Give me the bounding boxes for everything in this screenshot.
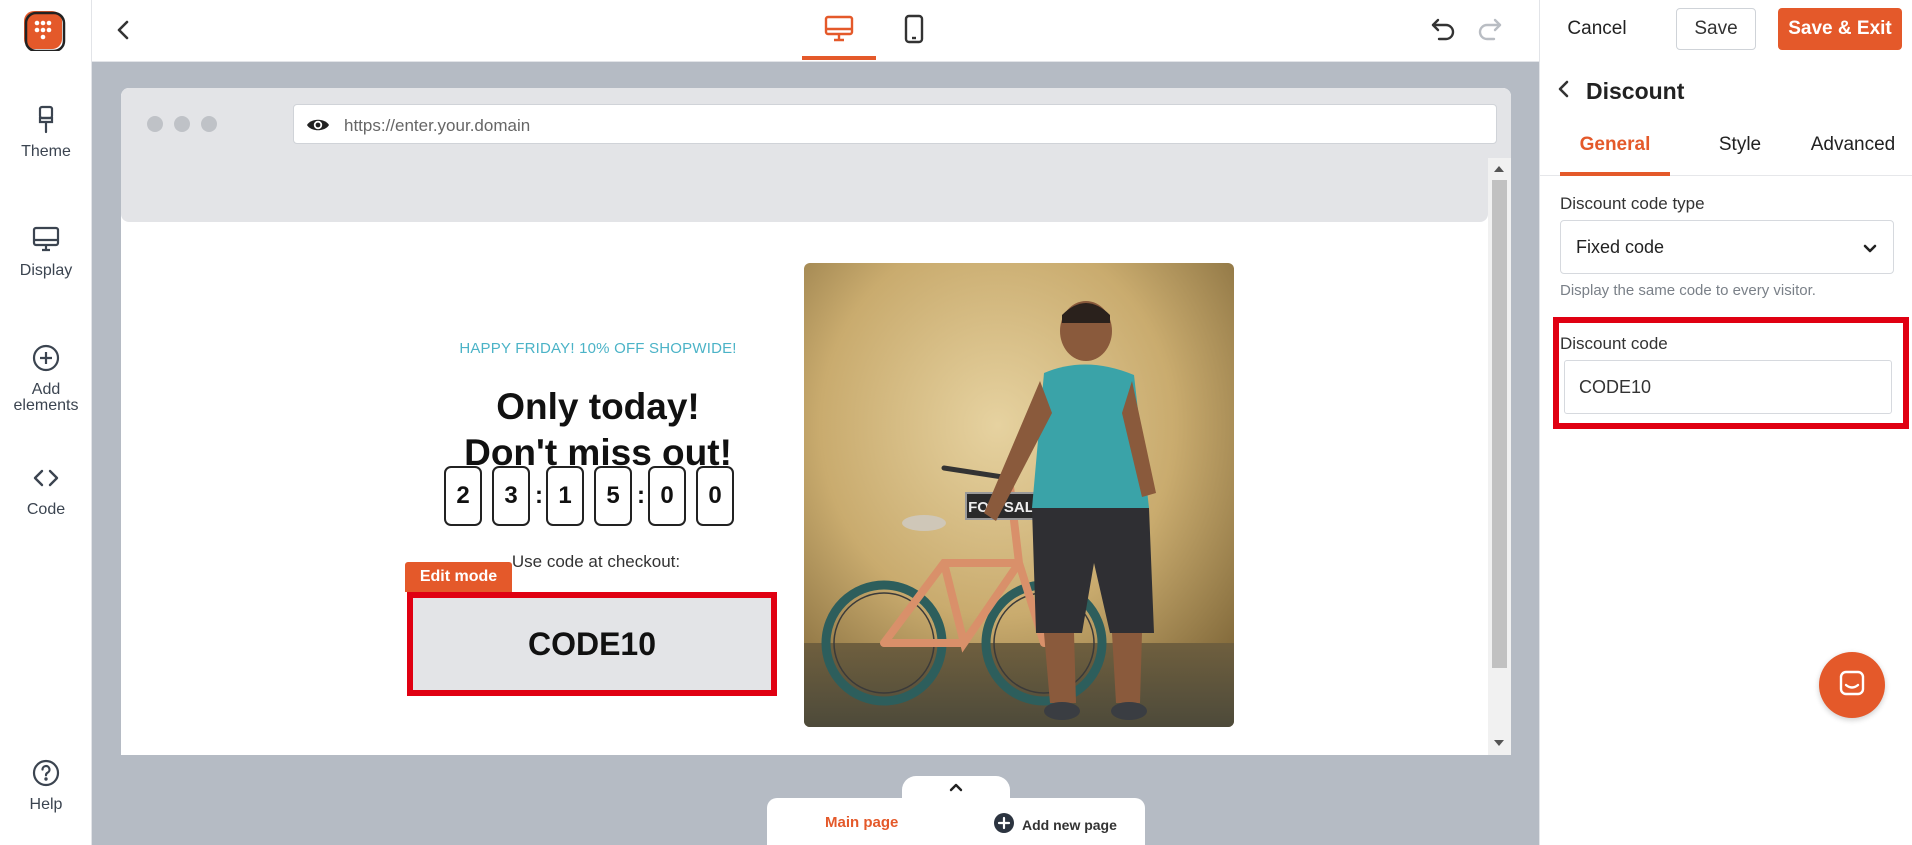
scroll-up-icon[interactable] — [1494, 166, 1504, 172]
help-icon — [30, 757, 62, 789]
undo-icon[interactable] — [1429, 14, 1459, 44]
mobile-icon — [902, 14, 926, 49]
desktop-preview-button[interactable] — [802, 10, 876, 60]
window-dot — [147, 116, 163, 132]
sidebar-item-label: Display — [19, 262, 73, 279]
brush-icon — [30, 104, 62, 136]
tab-style[interactable]: Style — [1690, 134, 1790, 176]
add-new-page-button[interactable]: Add new page — [994, 813, 1117, 836]
discount-code-label: Discount code — [1560, 334, 1668, 353]
discount-code-text: CODE10 — [413, 598, 771, 690]
preview-url: https://enter.your.domain — [344, 116, 531, 135]
desktop-icon — [824, 14, 854, 47]
cancel-button[interactable]: Cancel — [1552, 8, 1642, 50]
sidebar-item-code[interactable]: Code — [0, 462, 92, 518]
edit-mode-badge: Edit mode — [405, 562, 512, 592]
redo-icon[interactable] — [1474, 14, 1504, 44]
discount-code-element[interactable]: CODE10 — [407, 592, 777, 696]
browser-chrome: https://enter.your.domain — [121, 88, 1511, 158]
chevron-down-icon — [1861, 239, 1879, 257]
window-dot — [201, 116, 217, 132]
chevron-left-icon[interactable] — [110, 16, 138, 44]
scroll-down-icon[interactable] — [1494, 740, 1504, 746]
chat-icon — [1837, 668, 1867, 703]
panel-tabs: General Style Advanced — [1540, 128, 1912, 176]
code-type-value: Fixed code — [1576, 237, 1665, 257]
countdown-digit: 3 — [492, 466, 530, 526]
preview-url-bar[interactable]: https://enter.your.domain — [293, 104, 1497, 144]
headline-line: Only today! — [496, 386, 700, 427]
sidebar-item-display[interactable]: Display — [0, 223, 92, 279]
main-page-tab[interactable]: Main page — [825, 814, 898, 831]
monitor-icon — [30, 223, 62, 255]
panel-title: Discount — [1556, 78, 1684, 105]
popup-canvas: HAPPY FRIDAY! 10% OFF SHOPWIDE! Only tod… — [121, 222, 1488, 755]
sidebar-item-label: Theme — [21, 143, 71, 160]
sidebar-item-add-elements[interactable]: Add elements — [0, 342, 92, 414]
save-button[interactable]: Save — [1676, 8, 1756, 50]
countdown-separator: : — [535, 482, 543, 509]
panel-title-text: Discount — [1586, 78, 1685, 104]
page-switcher: Main page Add new page — [767, 798, 1145, 845]
page-header-placeholder — [121, 158, 1488, 222]
preview-browser: https://enter.your.domain HAPPY FRIDAY! … — [121, 88, 1511, 755]
code-type-hint: Display the same code to every visitor. — [1560, 282, 1816, 299]
popup-eyebrow[interactable]: HAPPY FRIDAY! 10% OFF SHOPWIDE! — [453, 340, 743, 357]
plus-circle-icon — [30, 342, 62, 374]
popup-image[interactable]: FOR SALE — [804, 263, 1234, 727]
use-code-text[interactable]: Use code at checkout: — [476, 552, 716, 572]
countdown-digit: 5 — [594, 466, 632, 526]
save-and-exit-button[interactable]: Save & Exit — [1778, 8, 1902, 50]
discount-code-input[interactable]: CODE10 — [1564, 360, 1892, 414]
window-dot — [174, 116, 190, 132]
preview-scrollbar[interactable] — [1488, 158, 1511, 755]
tab-advanced[interactable]: Advanced — [1793, 134, 1912, 176]
sidebar-item-label: Add elements — [13, 381, 79, 414]
countdown-digit: 2 — [444, 466, 482, 526]
app-logo — [22, 9, 66, 53]
sidebar-item-theme[interactable]: Theme — [0, 104, 92, 160]
countdown-timer[interactable]: 2 3 : 1 5 : 0 0 — [439, 466, 739, 526]
eye-icon — [306, 115, 330, 135]
countdown-digit: 0 — [696, 466, 734, 526]
code-type-select[interactable]: Fixed code — [1560, 220, 1894, 274]
tab-general[interactable]: General — [1560, 134, 1670, 176]
countdown-separator: : — [637, 482, 645, 509]
popup-headline[interactable]: Only today! Don't miss out! — [403, 384, 793, 476]
sidebar-item-label: Code — [26, 501, 66, 518]
chevron-left-icon[interactable] — [1556, 78, 1572, 105]
panel-actions: Cancel Save Save & Exit — [1540, 0, 1912, 62]
countdown-digit: 0 — [648, 466, 686, 526]
sidebar-item-label: Help — [29, 796, 63, 813]
sidebar-item-help[interactable]: Help — [0, 757, 92, 813]
add-new-page-label: Add new page — [1022, 816, 1117, 833]
code-type-label: Discount code type — [1560, 194, 1705, 213]
settings-panel: Cancel Save Save & Exit Discount General… — [1539, 0, 1912, 845]
code-icon — [30, 462, 62, 494]
left-sidebar: Theme Display Add elements Code Help — [0, 0, 92, 845]
plus-circle-icon — [994, 813, 1014, 836]
scrollbar-thumb[interactable] — [1492, 180, 1507, 668]
chat-support-button[interactable] — [1819, 652, 1885, 718]
countdown-digit: 1 — [546, 466, 584, 526]
mobile-preview-button[interactable] — [877, 10, 951, 60]
editor-toolbar — [92, 0, 1539, 62]
